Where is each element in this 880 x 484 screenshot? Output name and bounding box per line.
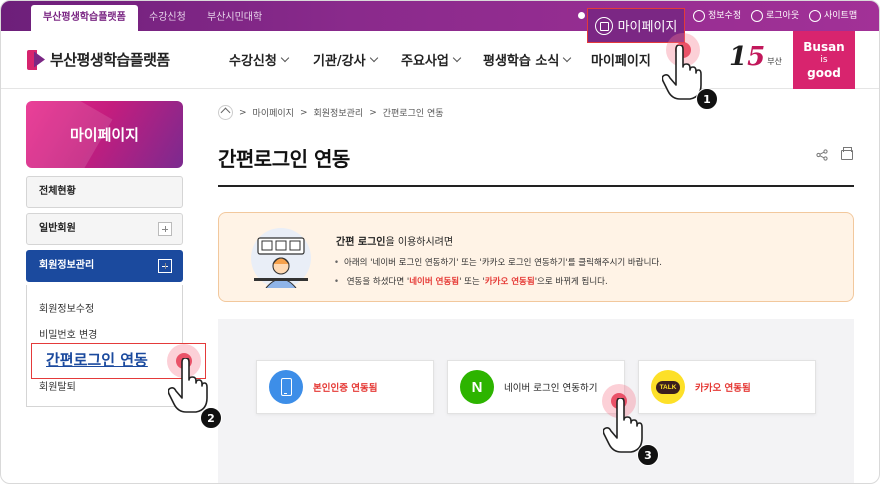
pointing-hand-icon <box>603 398 643 453</box>
chevron-down-icon <box>369 53 378 63</box>
sitemap-link[interactable]: 사이트맵 <box>809 1 857 31</box>
step-badge-1: 1 <box>696 88 718 110</box>
breadcrumb-sep: > <box>239 107 247 118</box>
sidebar-item-overview[interactable]: 전체현황 <box>26 176 183 208</box>
kakao-login-label: 카카오 연동됨 <box>695 383 751 394</box>
notice-line-2-pre: 연동을 하셨다면 ' <box>346 277 410 287</box>
mypage-button-label: 마이페이지 <box>617 20 678 35</box>
naver-login-card[interactable]: N 네이버 로그인 연동하기 <box>447 360 625 414</box>
site-logo[interactable]: 부산평생학습플랫폼 <box>27 49 170 70</box>
breadcrumb: > 마이페이지 > 회원정보관리 > 간편로그인 연동 <box>218 105 444 120</box>
step-badge-2: 2 <box>200 407 222 429</box>
chevron-down-icon <box>280 53 290 63</box>
fifteen-city: 부산 <box>767 57 782 66</box>
sitemap-label: 사이트맵 <box>824 11 858 21</box>
notice-line-2: 연동을 하셨다면 '네이버 연동됨' 또는 '카카오 연동됨'으로 바뀌게 됩니… <box>334 275 608 287</box>
breadcrumb-member-info[interactable]: 회원정보관리 <box>314 106 364 119</box>
nav-news[interactable]: 평생학습 소식 <box>483 50 572 69</box>
sidebar-item-member-info[interactable]: 회원정보관리 <box>26 250 183 282</box>
nav-course-label: 수강신청 <box>229 54 277 69</box>
edit-profile-link[interactable]: 정보수정 <box>693 1 741 31</box>
computer-user-illustration-icon <box>251 228 311 288</box>
site-tab-citizen-college[interactable]: 부산시민대학 <box>195 5 274 31</box>
nav-projects[interactable]: 주요사업 <box>401 50 462 69</box>
submenu-withdraw[interactable]: 회원탈퇴 <box>39 378 76 393</box>
phone-icon <box>269 370 303 404</box>
breadcrumb-sep: > <box>299 107 308 118</box>
edit-profile-label: 정보수정 <box>708 11 742 21</box>
busan-word: Busan <box>803 39 845 54</box>
title-divider <box>218 185 854 187</box>
expand-plus-icon[interactable] <box>158 222 172 236</box>
page-title: 간편로그인 연동 <box>218 147 350 171</box>
sidebar-item-label: 일반회원 <box>39 223 76 234</box>
chevron-down-icon <box>563 53 572 63</box>
identity-verification-card[interactable]: 본인인증 연동됨 <box>256 360 434 414</box>
site-tab-platform[interactable]: 부산평생학습플랫폼 <box>31 5 138 31</box>
naver-icon: N <box>460 370 494 404</box>
fifteen-mark: 15 <box>729 42 766 72</box>
nav-news-label: 평생학습 소식 <box>483 54 560 69</box>
nav-institution[interactable]: 기관/강사 <box>313 50 378 69</box>
print-icon[interactable] <box>841 147 853 160</box>
identity-verification-label: 본인인증 연동됨 <box>313 383 378 394</box>
app-window: 부산평생학습플랫폼 수강신청 부산시민대학 정보수정 로그아웃 사이트맵 부산평… <box>0 0 880 484</box>
naver-login-label: 네이버 로그인 연동하기 <box>504 383 598 394</box>
notice-line-1: 아래의 '네이버 로그인 연동하기' 또는 '카카오 로그인 연동하기'를 클릭… <box>334 256 662 268</box>
nav-institution-label: 기관/강사 <box>313 54 366 69</box>
submenu-edit-info[interactable]: 회원정보수정 <box>39 300 94 315</box>
breadcrumb-current: 간편로그인 연동 <box>382 109 444 119</box>
notice-line-2-post: '으로 바뀌게 됩니다. <box>534 277 608 287</box>
notice-line-2-mid: ' 또는 ' <box>459 277 485 287</box>
step-badge-3: 3 <box>637 444 659 466</box>
nav-mypage-label: 마이페이지 <box>591 54 651 69</box>
busan-15-logo: 15 부산 <box>729 44 782 70</box>
home-icon[interactable] <box>218 105 233 120</box>
submenu-change-password[interactable]: 비밀번호 변경 <box>39 326 97 341</box>
share-icon[interactable] <box>816 149 828 161</box>
nav-projects-label: 주요사업 <box>401 54 449 69</box>
notice-naver-linked: 네이버 연동됨 <box>409 277 460 287</box>
notice-kakao-linked: 카카오 연동됨 <box>484 277 535 287</box>
pointing-hand-icon <box>662 45 702 100</box>
pointing-hand-icon <box>168 358 208 413</box>
notice-title-bold: 간편 로그인 <box>336 237 386 248</box>
sitemap-icon <box>809 10 821 22</box>
site-tab-course[interactable]: 수강신청 <box>137 5 198 31</box>
breadcrumb-mypage[interactable]: 마이페이지 <box>253 106 294 119</box>
nav-course[interactable]: 수강신청 <box>229 50 290 69</box>
nav-mypage[interactable]: 마이페이지 <box>591 50 651 69</box>
sidebar-item-general-member[interactable]: 일반회원 <box>26 213 183 245</box>
sidebar-banner: 마이페이지 <box>26 101 183 168</box>
logout-label: 로그아웃 <box>766 11 800 21</box>
logo-text: 부산평생학습플랫폼 <box>50 51 170 69</box>
collapse-minus-icon[interactable] <box>158 259 172 273</box>
top-utility-bar: 부산평생학습플랫폼 수강신청 부산시민대학 정보수정 로그아웃 사이트맵 <box>1 1 879 31</box>
user-icon <box>578 12 585 19</box>
mypage-edit-icon <box>594 16 613 35</box>
chevron-down-icon <box>452 53 462 63</box>
profile-icon <box>693 10 705 22</box>
logo-mark-icon <box>27 49 45 70</box>
sidebar-item-label: 전체현황 <box>39 186 76 197</box>
kakao-login-card[interactable]: TALK 카카오 연동됨 <box>638 360 816 414</box>
good-word: good <box>807 65 841 80</box>
logout-link[interactable]: 로그아웃 <box>751 1 799 31</box>
logout-icon <box>751 10 763 22</box>
breadcrumb-sep: > <box>369 107 377 118</box>
sidebar-banner-title: 마이페이지 <box>69 126 139 144</box>
is-word: is <box>820 54 828 65</box>
notice-box: 간편 로그인을 이용하시려면 아래의 '네이버 로그인 연동하기' 또는 '카카… <box>218 212 854 302</box>
notice-title: 간편 로그인을 이용하시려면 <box>336 233 453 248</box>
notice-title-rest: 을 이용하시려면 <box>385 237 454 248</box>
sidebar-item-label: 회원정보관리 <box>39 260 95 271</box>
busan-is-good-logo[interactable]: Busan is good <box>793 31 855 89</box>
kakao-talk-icon: TALK <box>651 370 685 404</box>
